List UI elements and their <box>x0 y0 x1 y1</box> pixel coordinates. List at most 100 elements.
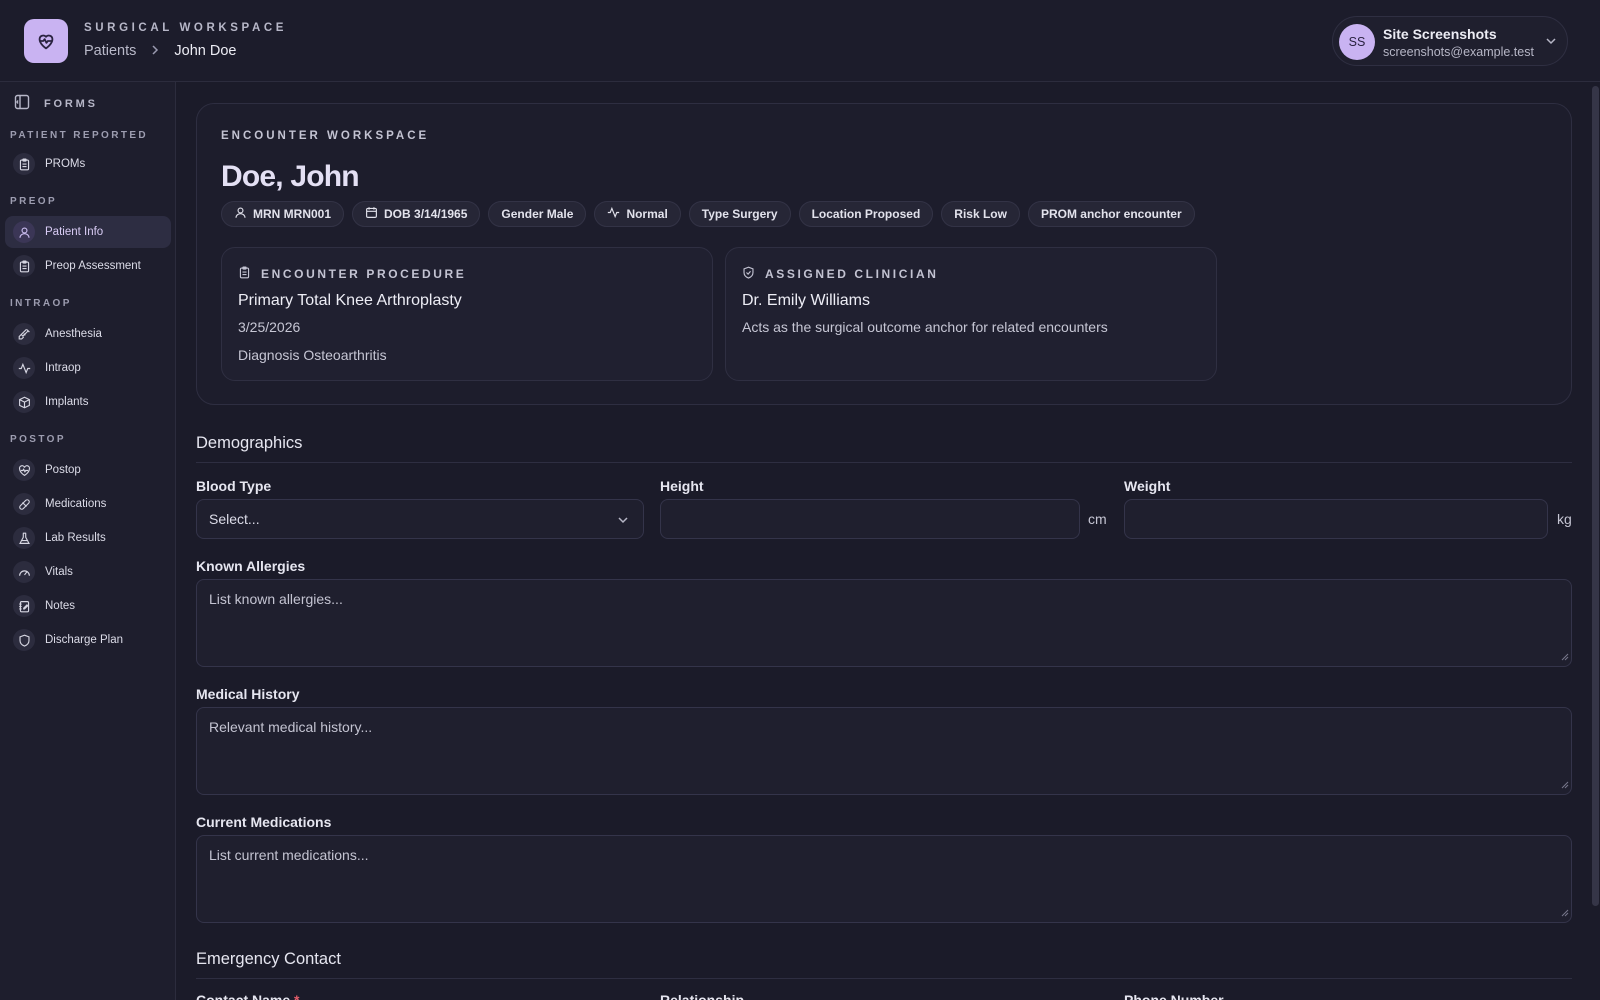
medical-history-label: Medical History <box>196 686 300 702</box>
sidebar-item-label: Lab Results <box>45 532 106 544</box>
height-input[interactable] <box>660 499 1080 539</box>
section-label-patient-reported: PATIENT REPORTED <box>10 130 149 141</box>
procedure-eyebrow-text: ENCOUNTER PROCEDURE <box>261 267 467 281</box>
user-menu-button[interactable]: SS Site Screenshots screenshots@example.… <box>1332 16 1568 66</box>
calendar-icon <box>365 206 378 222</box>
section-label-postop: POSTOP <box>10 434 66 445</box>
sidebar-item-preop-assessment[interactable]: Preop Assessment <box>5 250 171 282</box>
medical-history-placeholder: Relevant medical history... <box>209 719 373 735</box>
sidebar-item-medications[interactable]: Medications <box>5 488 171 520</box>
risk-text: Risk Low <box>954 207 1007 221</box>
breadcrumb-current: John Doe <box>174 43 237 59</box>
notebook-icon <box>13 595 35 617</box>
breadcrumb: Patients John Doe <box>84 43 236 59</box>
procedure-card: ENCOUNTER PROCEDURE Primary Total Knee A… <box>221 247 713 381</box>
clinician-card: ASSIGNED CLINICIAN Dr. Emily Williams Ac… <box>725 247 1217 381</box>
current-medications-textarea[interactable]: List current medications... <box>196 835 1572 923</box>
section-label-preop: PREOP <box>10 196 58 207</box>
procedure-name: Primary Total Knee Arthroplasty <box>238 292 462 309</box>
allergies-placeholder: List known allergies... <box>209 591 343 607</box>
sidebar-item-lab-results[interactable]: Lab Results <box>5 522 171 554</box>
demographics-title: Demographics <box>196 434 303 452</box>
relationship-label: Relationship <box>660 992 745 1000</box>
sidebar-item-label: Anesthesia <box>45 328 102 340</box>
shield-check-icon <box>742 266 755 282</box>
sidebar-item-notes[interactable]: Notes <box>5 590 171 622</box>
shield-icon <box>13 629 35 651</box>
chevron-down-icon <box>1545 34 1557 52</box>
sidebar-toggle-icon[interactable] <box>14 94 30 113</box>
divider <box>196 978 1572 979</box>
mrn-text: MRN MRN001 <box>253 207 332 221</box>
chevron-right-icon <box>150 44 160 58</box>
breadcrumb-patients-link[interactable]: Patients <box>84 43 136 59</box>
sidebar-item-proms[interactable]: PROMs <box>5 148 171 180</box>
chevron-down-icon <box>617 513 629 529</box>
weight-label: Weight <box>1124 478 1171 494</box>
syringe-icon <box>13 323 35 345</box>
sidebar-item-implants[interactable]: Implants <box>5 386 171 418</box>
user-email: screenshots@example.test <box>1383 45 1534 59</box>
resize-grip-icon[interactable] <box>1561 904 1569 920</box>
sidebar-item-label: Intraop <box>45 362 81 374</box>
type-chip: Type Surgery <box>688 201 791 227</box>
location-chip: Location Proposed <box>798 201 934 227</box>
dob-chip: DOB 3/14/1965 <box>352 201 481 227</box>
sidebar-item-intraop[interactable]: Intraop <box>5 352 171 384</box>
patient-name: Doe, John <box>221 160 360 193</box>
encounter-chips: MRN MRN001 DOB 3/14/1965 Gender Male Nor… <box>221 201 1195 227</box>
status-text: Normal <box>626 207 668 221</box>
sidebar-item-discharge-plan[interactable]: Discharge Plan <box>5 624 171 656</box>
phone-number-label: Phone Number <box>1124 992 1224 1000</box>
clinician-eyebrow: ASSIGNED CLINICIAN <box>742 266 938 282</box>
height-unit: cm <box>1088 511 1107 527</box>
current-medications-placeholder: List current medications... <box>209 847 369 863</box>
resize-grip-icon[interactable] <box>1561 648 1569 664</box>
sidebar-item-vitals[interactable]: Vitals <box>5 556 171 588</box>
mrn-chip: MRN MRN001 <box>221 201 345 227</box>
user-icon <box>234 206 247 222</box>
required-mark: * <box>294 992 300 1000</box>
top-bar: SURGICAL WORKSPACE Patients John Doe SS … <box>0 0 1600 82</box>
sidebar-item-label: Discharge Plan <box>45 634 123 646</box>
type-text: Type Surgery <box>701 207 778 221</box>
medical-history-textarea[interactable]: Relevant medical history... <box>196 707 1572 795</box>
sidebar-item-label: Implants <box>45 396 89 408</box>
weight-input[interactable] <box>1124 499 1548 539</box>
user-icon <box>13 221 35 243</box>
heart-pulse-icon <box>13 459 35 481</box>
allergies-label: Known Allergies <box>196 558 306 574</box>
sidebar-item-label: Preop Assessment <box>45 260 141 272</box>
sidebar-item-anesthesia[interactable]: Anesthesia <box>5 318 171 350</box>
sidebar-item-label: Patient Info <box>45 226 104 238</box>
resize-grip-icon[interactable] <box>1561 776 1569 792</box>
sidebar-item-label: Notes <box>45 600 76 612</box>
emergency-contact-title: Emergency Contact <box>196 950 341 968</box>
gauge-icon <box>13 561 35 583</box>
activity-icon <box>13 357 35 379</box>
procedure-diagnosis: Diagnosis Osteoarthritis <box>238 347 387 363</box>
sidebar-item-label: Postop <box>45 464 81 476</box>
flask-icon <box>13 527 35 549</box>
avatar: SS <box>1339 24 1375 60</box>
blood-type-select[interactable]: Select... <box>196 499 644 539</box>
sidebar-item-postop[interactable]: Postop <box>5 454 171 486</box>
pill-icon <box>13 493 35 515</box>
divider <box>196 462 1572 463</box>
weight-unit: kg <box>1557 511 1572 527</box>
encounter-eyebrow: ENCOUNTER WORKSPACE <box>221 130 430 142</box>
contact-name-label-text: Contact Name <box>196 992 291 1000</box>
scrollbar-thumb[interactable] <box>1592 86 1599 906</box>
dob-text: DOB 3/14/1965 <box>384 207 468 221</box>
forms-sidebar: FORMS PATIENT REPORTED PROMs PREOP Patie… <box>0 82 176 1000</box>
heart-pulse-logo-icon[interactable] <box>24 19 68 63</box>
gender-chip: Gender Male <box>488 201 587 227</box>
sidebar-item-patient-info[interactable]: Patient Info <box>5 216 171 248</box>
box-icon <box>13 391 35 413</box>
app-subtitle: SURGICAL WORKSPACE <box>84 22 288 34</box>
section-label-intraop: INTRAOP <box>10 298 72 309</box>
clipboard-icon <box>13 255 35 277</box>
gender-text: Gender Male <box>501 207 574 221</box>
prom-text: PROM anchor encounter <box>1040 207 1182 221</box>
allergies-textarea[interactable]: List known allergies... <box>196 579 1572 667</box>
